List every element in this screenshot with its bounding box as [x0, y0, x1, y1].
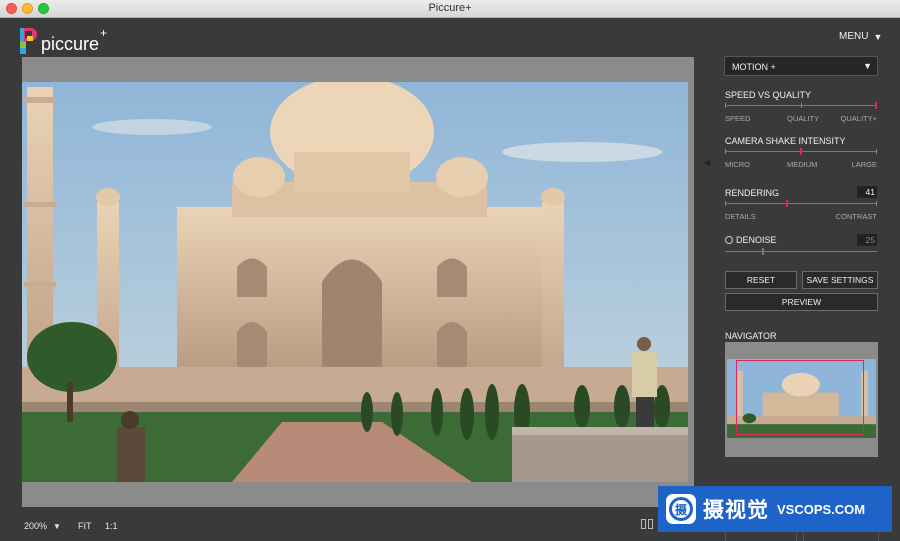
chevron-down-icon: ▼	[863, 61, 872, 71]
fit-button[interactable]: FIT	[78, 521, 92, 531]
mode-select-value: MOTION +	[732, 62, 776, 72]
denoise-slider[interactable]	[725, 248, 877, 255]
zoom-level: 200%	[24, 521, 48, 531]
logo-plus: +	[100, 26, 108, 40]
panel-collapse-arrow-icon[interactable]: ◀	[704, 158, 710, 167]
preview-button[interactable]: PREVIEW	[725, 293, 878, 311]
slider-label: MICRO	[725, 160, 750, 169]
split-view-icon[interactable]	[641, 519, 653, 529]
speed-quality-slider-thumb[interactable]	[875, 102, 877, 109]
slider-label: QUALITY	[787, 114, 820, 123]
navigator-viewport-frame[interactable]	[736, 360, 864, 435]
watermark-text-en: VSCOPS.COM	[777, 501, 866, 517]
camera-shake-title: CAMERA SHAKE INTENSITY	[725, 136, 846, 146]
slider-label: DETAILS	[725, 212, 756, 221]
chevron-down-icon: ▼	[873, 31, 883, 42]
camera-shake-slider-thumb[interactable]	[799, 148, 802, 155]
rendering-title: RENDERING	[725, 188, 780, 198]
slider-label: QUALITY+	[840, 114, 877, 123]
bottom-left-action-button[interactable]	[725, 531, 797, 541]
menu-button[interactable]: MENU ▼	[839, 31, 882, 42]
save-settings-button[interactable]: SAVE SETTINGS	[802, 271, 878, 289]
denoise-slider-thumb[interactable]	[761, 248, 764, 255]
window-titlebar: Piccure+	[0, 0, 900, 18]
rendering-slider-thumb[interactable]	[785, 200, 788, 207]
reset-button[interactable]: RESET	[725, 271, 797, 289]
speed-quality-title: SPEED VS QUALITY	[725, 90, 812, 100]
rendering-slider[interactable]	[725, 200, 877, 207]
speed-quality-slider[interactable]	[725, 102, 877, 109]
chevron-down-icon: ▼	[53, 521, 61, 531]
window-title: Piccure+	[428, 2, 472, 14]
taj-mahal-photo	[22, 82, 688, 482]
menu-label: MENU	[839, 31, 869, 42]
image-canvas[interactable]: ◀	[22, 57, 710, 507]
camera-shake-slider[interactable]	[725, 148, 877, 155]
zoom-select[interactable]: 200% ▼	[24, 521, 61, 531]
slider-label: CONTRAST	[835, 212, 877, 221]
watermark-banner: 摄 摄视觉 VSCOPS.COM	[658, 486, 892, 532]
piccure-logo-icon	[20, 28, 38, 54]
denoise-toggle[interactable]: DENOISE	[725, 235, 777, 245]
app-logo: piccure +	[20, 24, 107, 54]
denoise-radio[interactable]	[725, 236, 733, 244]
navigator-panel[interactable]	[725, 342, 878, 457]
rendering-value[interactable]: 41	[857, 186, 877, 198]
navigator-title: NAVIGATOR	[725, 331, 777, 341]
one-to-one-button[interactable]: 1:1	[105, 521, 118, 531]
slider-label: LARGE	[851, 160, 877, 169]
watermark-text-cn: 摄视觉	[703, 499, 769, 522]
slider-label: MEDIUM	[787, 160, 818, 169]
mode-select[interactable]: MOTION + ▼	[724, 56, 878, 76]
denoise-label: DENOISE	[736, 235, 777, 245]
denoise-value[interactable]: 25	[857, 234, 877, 246]
photo-preview[interactable]	[22, 82, 688, 482]
watermark-badge-glyph: 摄	[674, 503, 687, 517]
slider-label: SPEED	[725, 114, 751, 123]
watermark-logo-icon: 摄	[666, 494, 696, 524]
bottom-right-action-button[interactable]	[803, 531, 879, 541]
logo-text: piccure	[41, 34, 100, 54]
